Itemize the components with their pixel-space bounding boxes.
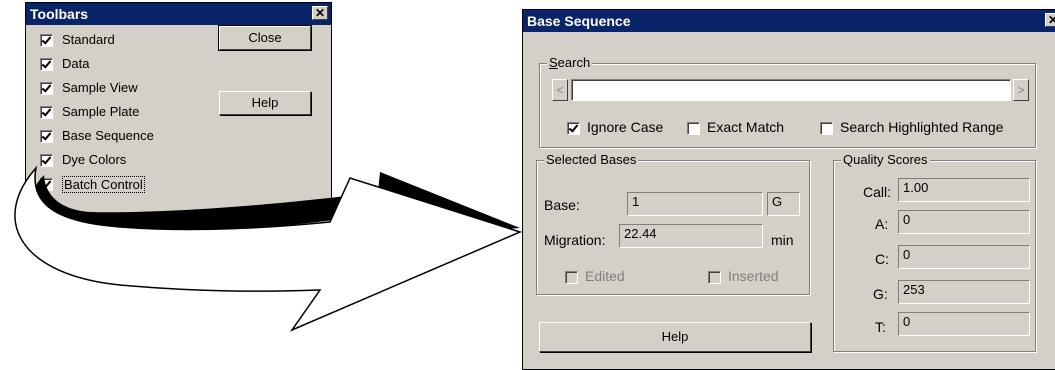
search-prev-button[interactable]: < [552, 79, 568, 101]
exact-match-checkbox[interactable] [687, 122, 700, 135]
quality-call-field: 1.00 [898, 178, 1030, 202]
base-value: 1 [632, 194, 640, 209]
base-value-field: 1 [627, 192, 763, 216]
edited-checkbox[interactable] [565, 271, 578, 284]
inserted-label: Inserted [728, 268, 779, 284]
quality-g-label: G: [873, 286, 888, 302]
quality-a-field: 0 [898, 210, 1030, 234]
quality-c-field: 0 [898, 245, 1030, 269]
quality-c-value: 0 [903, 247, 911, 262]
inserted-checkbox[interactable] [708, 271, 721, 284]
base-sequence-dialog: Base Sequence ✕ Search < > Ignore Case E… [522, 9, 1055, 370]
search-next-button[interactable]: > [1013, 79, 1029, 101]
exact-match-label: Exact Match [707, 119, 785, 135]
base-label: Base: [544, 197, 580, 213]
quality-g-field: 253 [898, 280, 1030, 304]
search-group: Search [539, 55, 1036, 148]
search-highlighted-label: Search Highlighted Range [840, 119, 1004, 135]
quality-a-value: 0 [903, 212, 911, 227]
edited-label: Edited [585, 268, 625, 284]
quality-call-value: 1.00 [903, 180, 929, 195]
quality-call-label: Call: [863, 184, 892, 200]
migration-label: Migration: [544, 232, 606, 248]
quality-scores-group-title: Quality Scores [841, 152, 930, 167]
quality-t-field: 0 [898, 312, 1030, 336]
quality-t-value: 0 [903, 314, 911, 329]
quality-t-label: T: [875, 319, 886, 335]
ignore-case-label: Ignore Case [587, 119, 664, 135]
base-sequence-close-icon[interactable]: ✕ [1045, 13, 1055, 27]
base-sequence-help-label: Help [661, 329, 689, 344]
search-group-title: Search [547, 55, 593, 70]
search-input[interactable] [571, 79, 1011, 101]
migration-unit: min [771, 232, 794, 248]
base-letter: G [772, 194, 783, 209]
migration-value-field: 22.44 [619, 224, 763, 248]
base-sequence-title-bar: Base Sequence [523, 10, 1055, 32]
quality-c-label: C: [875, 251, 889, 267]
migration-value: 22.44 [624, 226, 657, 241]
base-sequence-help-button[interactable]: Help [539, 322, 811, 352]
quality-a-label: A: [875, 216, 889, 232]
search-highlighted-checkbox[interactable] [820, 122, 833, 135]
quality-g-value: 253 [903, 282, 925, 297]
ignore-case-checkbox[interactable] [567, 122, 580, 135]
selected-bases-group-title: Selected Bases [544, 152, 639, 167]
base-sequence-title: Base Sequence [527, 13, 631, 29]
base-letter-field: G [767, 192, 800, 216]
